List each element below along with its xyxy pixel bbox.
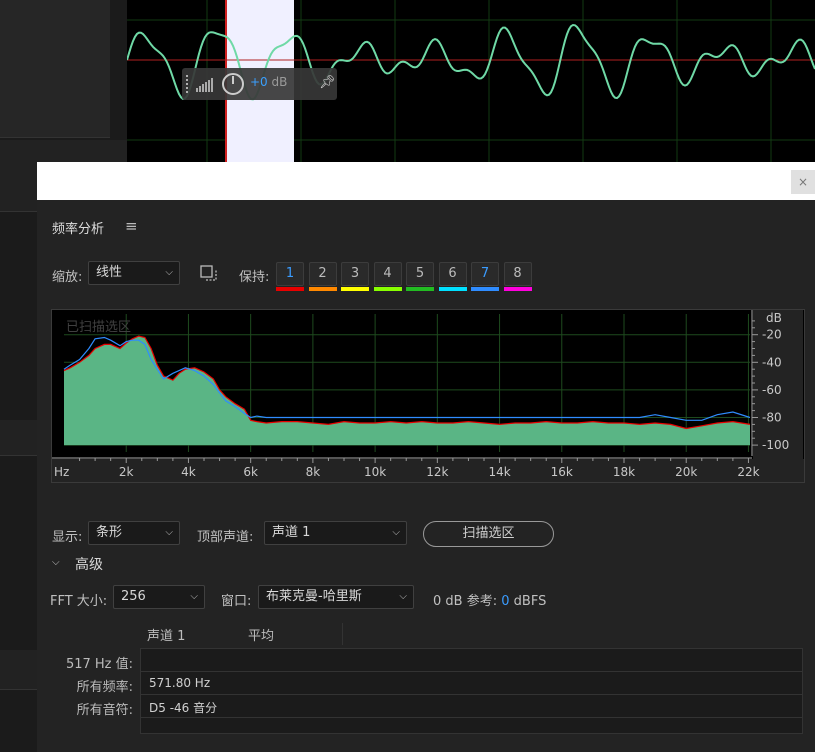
close-button[interactable]: × <box>791 170 815 194</box>
panel-title: 频率分析 <box>52 222 105 237</box>
hold-button-4[interactable]: 4 <box>373 262 402 291</box>
hold-color-bar <box>308 287 337 291</box>
x-tick-label: 14k <box>488 465 510 479</box>
pin-icon[interactable]: 📌︎ <box>319 75 336 90</box>
hold-color-bar <box>503 287 532 291</box>
hold-color-bar <box>341 287 369 291</box>
gain-value[interactable]: +0 dB <box>250 75 287 89</box>
value-all-notes: D5 -46 音分 <box>149 701 218 715</box>
x-tick-label: 22k <box>737 465 759 479</box>
x-tick-label: 16k <box>551 465 573 479</box>
chevron-down-icon: ⌵ <box>392 527 400 538</box>
chevron-down-icon: ⌵ <box>165 267 173 278</box>
gain-knob[interactable] <box>222 73 244 95</box>
window-titlebar[interactable]: × <box>37 162 815 200</box>
fft-size-label: FFT 大小: <box>50 594 108 609</box>
row-label-all-notes: 所有音符: <box>76 703 133 718</box>
chart-title: 已扫描选区 <box>66 320 132 335</box>
x-tick-label: 8k <box>306 465 321 479</box>
gain-hud[interactable]: +0 dB 📌︎ <box>182 68 337 100</box>
row-label-517hz: 517 Hz 值: <box>65 657 133 672</box>
x-tick-label: 18k <box>613 465 635 479</box>
reference-unit: dBFS <box>513 594 547 609</box>
fft-size-dropdown[interactable]: 256 ⌵ <box>113 585 205 609</box>
frequency-analysis-panel: × 频率分析 ≡ 缩放: 线性 ⌵ 保持: 12345678 Hz 2k 4k 6k 8… <box>37 162 815 752</box>
y-tick-label: -20 <box>762 328 782 342</box>
x-tick-label: 12k <box>426 465 448 479</box>
left-panel-block <box>0 0 110 138</box>
hold-color-bar <box>373 287 402 291</box>
drag-handle-icon[interactable] <box>185 74 189 94</box>
hold-color-bar <box>471 287 499 291</box>
top-channel-dropdown[interactable]: 声道 1 ⌵ <box>264 521 407 545</box>
reference-level: 0 dB 参考: 0 dBFS <box>433 590 546 609</box>
column-header-channel: 声道 1 <box>147 629 186 644</box>
reference-label: 0 dB 参考: <box>433 594 498 609</box>
display-value: 条形 <box>96 525 123 540</box>
hold-color-bar <box>438 287 467 291</box>
hold-button-1[interactable]: 1 <box>276 262 304 291</box>
scale-value: 线性 <box>96 265 123 280</box>
left-panel-block <box>0 420 37 456</box>
hold-button-7[interactable]: 7 <box>471 262 499 291</box>
y-unit-label: dB <box>766 311 782 325</box>
x-tick-label: 6k <box>243 465 258 479</box>
info-table: 571.80 Hz D5 -46 音分 <box>140 648 803 734</box>
spectrum-svg: Hz 2k 4k 6k 8k 10k 12k 14k 16k 18k 20k 22k dB -20 -40 -… <box>52 310 804 482</box>
window-label: 窗口: <box>221 594 252 609</box>
x-tick-label: 2k <box>119 465 134 479</box>
window-value: 布莱克曼-哈里斯 <box>266 589 362 604</box>
row-label-all-freq: 所有频率: <box>76 680 133 695</box>
chevron-down-icon: ⌵ <box>165 527 173 538</box>
hamburger-menu-icon[interactable]: ≡ <box>125 217 138 235</box>
window-dropdown[interactable]: 布莱克曼-哈里斯 ⌵ <box>258 585 414 609</box>
scan-selection-button[interactable]: 扫描选区 <box>423 521 554 547</box>
chevron-down-icon: ⌵ <box>399 591 407 602</box>
row-divider <box>141 717 802 718</box>
hold-button-3[interactable]: 3 <box>341 262 369 291</box>
y-tick-label: -40 <box>762 355 782 369</box>
collapse-chevron-icon[interactable]: ⌵ <box>52 557 60 568</box>
hold-button-6[interactable]: 6 <box>438 262 467 291</box>
fft-size-value: 256 <box>121 589 146 604</box>
info-table-header: 声道 1 平均 <box>142 623 342 645</box>
x-unit-label: Hz <box>54 465 69 479</box>
hold-label: 保持: <box>239 270 270 285</box>
y-tick-label: -60 <box>762 383 782 397</box>
reference-value[interactable]: 0 <box>501 594 509 609</box>
display-dropdown[interactable]: 条形 ⌵ <box>88 521 180 545</box>
scale-label: 缩放: <box>52 270 83 285</box>
hold-color-bar <box>276 287 304 291</box>
hold-button-2[interactable]: 2 <box>308 262 337 291</box>
top-channel-value: 声道 1 <box>272 525 311 540</box>
hold-button-5[interactable]: 5 <box>406 262 434 291</box>
hold-color-bar <box>406 287 434 291</box>
value-all-freq: 571.80 Hz <box>149 676 211 690</box>
advanced-section-toggle[interactable]: 高级 <box>75 554 103 574</box>
row-divider <box>141 694 802 695</box>
hold-button-8[interactable]: 8 <box>503 262 532 291</box>
x-tick-label: 10k <box>364 465 386 479</box>
level-meter-icon <box>196 78 213 92</box>
top-channel-label: 顶部声道: <box>197 530 254 545</box>
scale-dropdown[interactable]: 线性 ⌵ <box>88 261 180 285</box>
y-tick-label: -100 <box>762 438 789 452</box>
x-tick-label: 20k <box>675 465 697 479</box>
y-tick-label: -80 <box>762 411 782 425</box>
frequency-spectrum-chart[interactable]: Hz 2k 4k 6k 8k 10k 12k 14k 16k 18k 20k 22k dB -20 -40 -… <box>51 309 805 483</box>
header-divider <box>342 623 343 645</box>
copy-to-clipboard-icon[interactable] <box>200 265 218 283</box>
chevron-down-icon: ⌵ <box>190 591 198 602</box>
row-divider <box>141 671 802 672</box>
display-label: 显示: <box>52 530 83 545</box>
left-panel-block <box>0 650 37 690</box>
column-header-average: 平均 <box>248 629 275 644</box>
x-tick-label: 4k <box>181 465 196 479</box>
